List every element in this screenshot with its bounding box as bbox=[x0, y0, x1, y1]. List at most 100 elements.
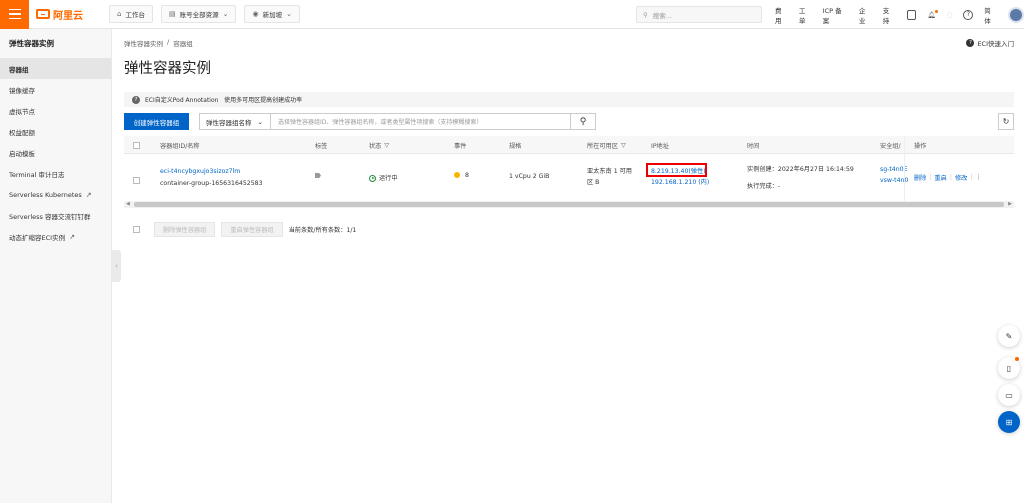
select-all-checkbox[interactable] bbox=[133, 141, 140, 149]
tag-icon[interactable] bbox=[315, 173, 321, 178]
logo-text: 阿里云 bbox=[53, 10, 83, 22]
bulk-delete-button[interactable]: 删除弹性容器组 bbox=[154, 222, 216, 237]
help-icon: ? bbox=[966, 39, 975, 47]
sidebar-item-label: 动态扩缩容ECI实例 bbox=[9, 233, 66, 242]
bulk-restart-button[interactable]: 重启弹性容器组 bbox=[221, 222, 283, 237]
record-count: 当前条数/所有条数：1/1 bbox=[288, 227, 357, 234]
search-icon: ⚲ bbox=[579, 116, 587, 127]
notification-float-button[interactable]: ▯ bbox=[998, 357, 1020, 379]
public-ip-link[interactable]: 8.219.13.40(弹性) bbox=[651, 166, 706, 175]
horizontal-scrollbar[interactable]: ◀ ▶ bbox=[124, 201, 1014, 208]
lightbulb-icon[interactable]: ◌ bbox=[947, 11, 953, 19]
filter-placeholder: 选择弹性容器组ID、弹性容器组名称，或者类型属性项搜索（支持模糊搜索） bbox=[278, 119, 483, 126]
sidebar-item-label: 虚拟节点 bbox=[9, 107, 35, 116]
menu-icon[interactable] bbox=[0, 0, 29, 29]
sidebar-item-label: 镜像缓存 bbox=[9, 86, 35, 95]
sidebar-item-dingtalk-group[interactable]: Serverless 容器交流钉钉群 bbox=[0, 205, 111, 226]
nav-enterprise[interactable]: 企业 bbox=[859, 5, 872, 25]
warning-dot-icon bbox=[454, 172, 460, 178]
bulk-select-checkbox[interactable] bbox=[133, 226, 140, 233]
filter-select[interactable]: 弹性容器组名称 ⌄ bbox=[199, 113, 271, 130]
sidebar-item-image-cache[interactable]: 镜像缓存 bbox=[0, 79, 111, 100]
region-label: 新加坡 bbox=[262, 11, 283, 19]
global-search-input[interactable]: ⚲ 搜索... bbox=[636, 6, 762, 23]
nav-ticket[interactable]: 工单 bbox=[799, 5, 812, 25]
chat-icon: ▭ bbox=[1005, 390, 1013, 400]
nav-billing[interactable]: 费用 bbox=[775, 5, 788, 25]
row-checkbox[interactable] bbox=[133, 177, 140, 184]
delete-link[interactable]: 删除 bbox=[914, 173, 926, 182]
col-time: 时间 bbox=[747, 142, 760, 150]
apps-button[interactable]: ⊞ bbox=[998, 411, 1020, 433]
quick-start-link[interactable]: ? ECI快速入门 bbox=[966, 38, 1014, 48]
aliyun-logo[interactable]: 阿里云 bbox=[36, 7, 83, 22]
filter-input[interactable]: 选择弹性容器组ID、弹性容器组名称，或者类型属性项搜索（支持模糊搜索） bbox=[271, 113, 571, 130]
scroll-right-icon[interactable]: ▶ bbox=[1008, 201, 1012, 207]
chat-button[interactable]: ▭ bbox=[998, 384, 1020, 406]
sidebar-title: 弹性容器实例 bbox=[9, 39, 54, 48]
chevron-left-icon: ‹ bbox=[115, 262, 118, 270]
nav-icp[interactable]: ICP 备案 bbox=[823, 5, 848, 25]
sidebar-item-label: Serverless Kubernetes bbox=[9, 190, 82, 199]
restart-link[interactable]: 重启 bbox=[934, 173, 946, 182]
spec-value: 1 vCpu 2 GiB bbox=[509, 173, 550, 180]
search-button[interactable]: ⚲ bbox=[571, 113, 596, 130]
language-switch[interactable]: 简体 bbox=[984, 5, 997, 25]
filter-icon: ▽ bbox=[384, 141, 390, 149]
container-group-name: container-group-1656316452583 bbox=[160, 180, 263, 187]
more-actions-icon[interactable]: ⋮ bbox=[975, 174, 981, 181]
nav-support[interactable]: 支持 bbox=[883, 5, 896, 25]
sidebar-item-autoscaling[interactable]: 动态扩缩容ECI实例 ↗ bbox=[0, 226, 111, 247]
sidebar-collapse-handle[interactable]: ‹ bbox=[112, 250, 121, 282]
toolbar: 创建弹性容器组 弹性容器组名称 ⌄ 选择弹性容器组ID、弹性容器组名称，或者类型属… bbox=[124, 113, 1014, 130]
sidebar-item-terminal-audit[interactable]: Terminal 审计日志 bbox=[0, 163, 111, 184]
help-icon[interactable]: ? bbox=[963, 9, 974, 20]
notice-text[interactable]: ECI自定义Pod Annotation 使用多可用区提高创建成功率 bbox=[145, 95, 302, 104]
col-tags: 标签 bbox=[315, 142, 328, 150]
workbench-button[interactable]: ⌂ 工作台 bbox=[109, 5, 153, 23]
edit-feedback-button[interactable]: ✎ bbox=[998, 325, 1020, 347]
avatar[interactable] bbox=[1008, 6, 1024, 23]
zone-value: 亚太东南 1 可用 bbox=[587, 168, 632, 175]
sidebar-item-container-group[interactable]: 容器组 bbox=[0, 58, 111, 79]
resource-selector[interactable]: ▤ 账号全部资源 ⌄ bbox=[160, 5, 237, 23]
region-selector[interactable]: ◉ 新加坡 ⌄ bbox=[244, 5, 300, 23]
breadcrumb-separator: / bbox=[167, 38, 170, 46]
scroll-left-icon[interactable]: ◀ bbox=[126, 201, 130, 207]
mail-icon[interactable] bbox=[906, 9, 917, 20]
home-icon: ⌂ bbox=[117, 10, 122, 18]
chevron-down-icon: ⌄ bbox=[257, 117, 263, 126]
top-nav: 费用 工单 ICP 备案 企业 支持 🔔︎ ◌ ? 简体 bbox=[775, 0, 1024, 29]
grid-icon: ⊞ bbox=[1005, 417, 1013, 427]
sidebar-item-launch-template[interactable]: 启动模板 bbox=[0, 142, 111, 163]
scrollbar-thumb[interactable] bbox=[134, 202, 1004, 207]
breadcrumb-eci[interactable]: 弹性容器实例 bbox=[124, 38, 163, 48]
table-row: eci-t4ncybgxujo3sizoz7lm container-group… bbox=[124, 154, 1014, 208]
workbench-label: 工作台 bbox=[125, 11, 145, 19]
status-badge: 运行中 bbox=[369, 173, 398, 182]
col-zone[interactable]: 所在可用区 ▽ bbox=[587, 136, 626, 154]
sidebar-item-virtual-node[interactable]: 虚拟节点 bbox=[0, 100, 111, 121]
bell-icon[interactable]: 🔔︎ bbox=[927, 9, 938, 19]
col-zone-label: 所在可用区 bbox=[587, 142, 618, 150]
events-count[interactable]: 8 bbox=[454, 172, 469, 179]
col-events: 事件 bbox=[454, 142, 467, 150]
refresh-button[interactable]: ↻ bbox=[998, 113, 1014, 130]
notice-bar: ? ECI自定义Pod Annotation 使用多可用区提高创建成功率 bbox=[124, 92, 1014, 107]
create-container-group-button[interactable]: 创建弹性容器组 bbox=[124, 113, 189, 130]
search-placeholder: 搜索... bbox=[652, 11, 672, 20]
chevron-down-icon: ⌄ bbox=[222, 10, 229, 18]
sidebar-item-serverless-k8s[interactable]: Serverless Kubernetes ↗ bbox=[0, 184, 111, 205]
sidebar-item-quota[interactable]: 权益配额 bbox=[0, 121, 111, 142]
external-link-icon: ↗ bbox=[85, 190, 92, 199]
col-status[interactable]: 状态 ▽ bbox=[369, 136, 389, 154]
breadcrumb-current: 容器组 bbox=[173, 40, 193, 48]
modify-link[interactable]: 修改 bbox=[955, 173, 967, 182]
private-ip[interactable]: 192.168.1.210 (内) bbox=[651, 177, 709, 186]
sidebar-item-label: Serverless 容器交流钉钉群 bbox=[9, 212, 91, 221]
chevron-down-icon: ⌄ bbox=[286, 10, 292, 18]
col-spec: 规格 bbox=[509, 142, 522, 150]
quick-start-label: ECI快速入门 bbox=[977, 40, 1014, 48]
container-group-id-link[interactable]: eci-t4ncybgxujo3sizoz7lm bbox=[160, 168, 240, 175]
bulk-action-bar: 删除弹性容器组 重启弹性容器组 当前条数/所有条数：1/1 bbox=[124, 222, 356, 237]
